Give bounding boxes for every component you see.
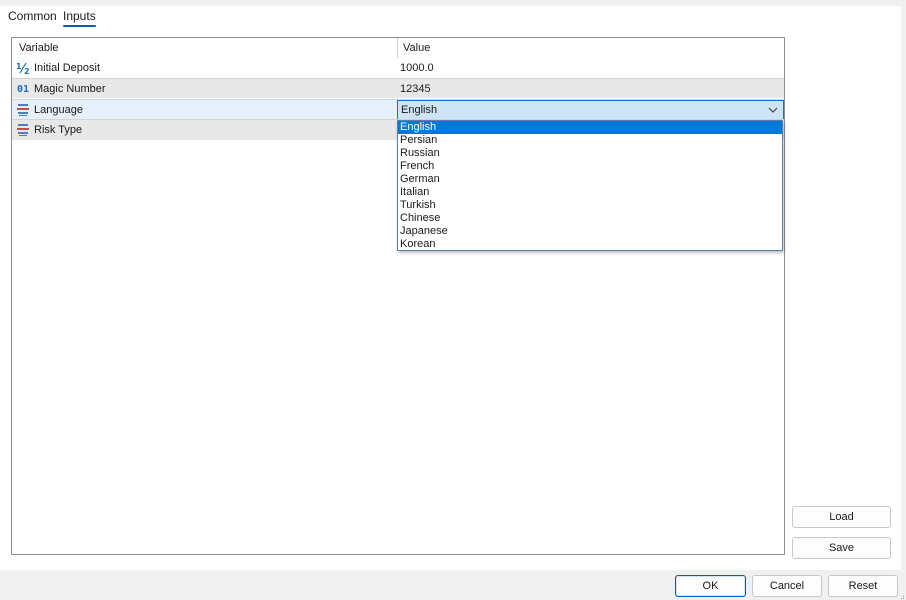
enum-list-icon — [15, 102, 31, 118]
load-button[interactable]: Load — [792, 506, 891, 528]
tab-bar: Common Inputs — [0, 6, 200, 30]
svg-text:2: 2 — [24, 67, 30, 75]
dropdown-option-chinese[interactable]: Chinese — [398, 212, 782, 225]
table-row-language[interactable]: Language English — [12, 99, 784, 120]
dropdown-option-japanese[interactable]: Japanese — [398, 225, 782, 238]
column-header-value[interactable]: Value — [403, 38, 430, 58]
dropdown-option-french[interactable]: French — [398, 160, 782, 173]
resize-grip-icon[interactable] — [897, 591, 905, 599]
chevron-down-icon[interactable] — [766, 103, 780, 117]
svg-text:1: 1 — [16, 62, 22, 71]
active-tab-indicator — [63, 25, 96, 27]
variable-name: Risk Type — [34, 124, 83, 136]
integer-icon: 01 — [16, 83, 30, 95]
dropdown-option-persian[interactable]: Persian — [398, 134, 782, 147]
cancel-button[interactable]: Cancel — [752, 575, 822, 597]
dropdown-option-german[interactable]: German — [398, 173, 782, 186]
grid-header: Variable Value — [12, 38, 784, 58]
table-row-initial-deposit[interactable]: 1 2 Initial Deposit 1000.0 — [12, 58, 784, 78]
variable-name: Magic Number — [34, 83, 106, 95]
dropdown-option-english[interactable]: English — [398, 121, 782, 134]
language-dropdown-list: English Persian Russian French German It… — [397, 120, 783, 251]
enum-list-icon — [15, 122, 31, 138]
dropdown-option-russian[interactable]: Russian — [398, 147, 782, 160]
combobox-value: English — [401, 104, 438, 116]
inputs-grid: Variable Value 1 2 Initial Deposit 1000.… — [11, 37, 785, 555]
dropdown-option-korean[interactable]: Korean — [398, 238, 782, 251]
variable-value[interactable]: 1000.0 — [400, 58, 434, 78]
tab-common[interactable]: Common — [8, 9, 57, 27]
save-button[interactable]: Save — [792, 537, 891, 559]
tab-inputs[interactable]: Inputs — [63, 9, 96, 27]
column-header-variable[interactable]: Variable — [19, 38, 59, 58]
reset-button[interactable]: Reset — [828, 575, 898, 597]
dialog-panel: Common Inputs Variable Value 1 2 Initial… — [0, 6, 901, 570]
dropdown-option-turkish[interactable]: Turkish — [398, 199, 782, 212]
language-combobox[interactable]: English — [397, 100, 784, 120]
tab-inputs-label: Inputs — [63, 9, 96, 23]
dropdown-option-italian[interactable]: Italian — [398, 186, 782, 199]
ok-button[interactable]: OK — [675, 575, 746, 597]
table-row-magic-number[interactable]: 01 Magic Number 12345 — [12, 78, 784, 98]
variable-name: Language — [34, 104, 83, 116]
variable-name: Initial Deposit — [34, 62, 101, 74]
variable-value[interactable]: 12345 — [400, 79, 431, 99]
fraction-icon: 1 2 — [15, 60, 31, 76]
